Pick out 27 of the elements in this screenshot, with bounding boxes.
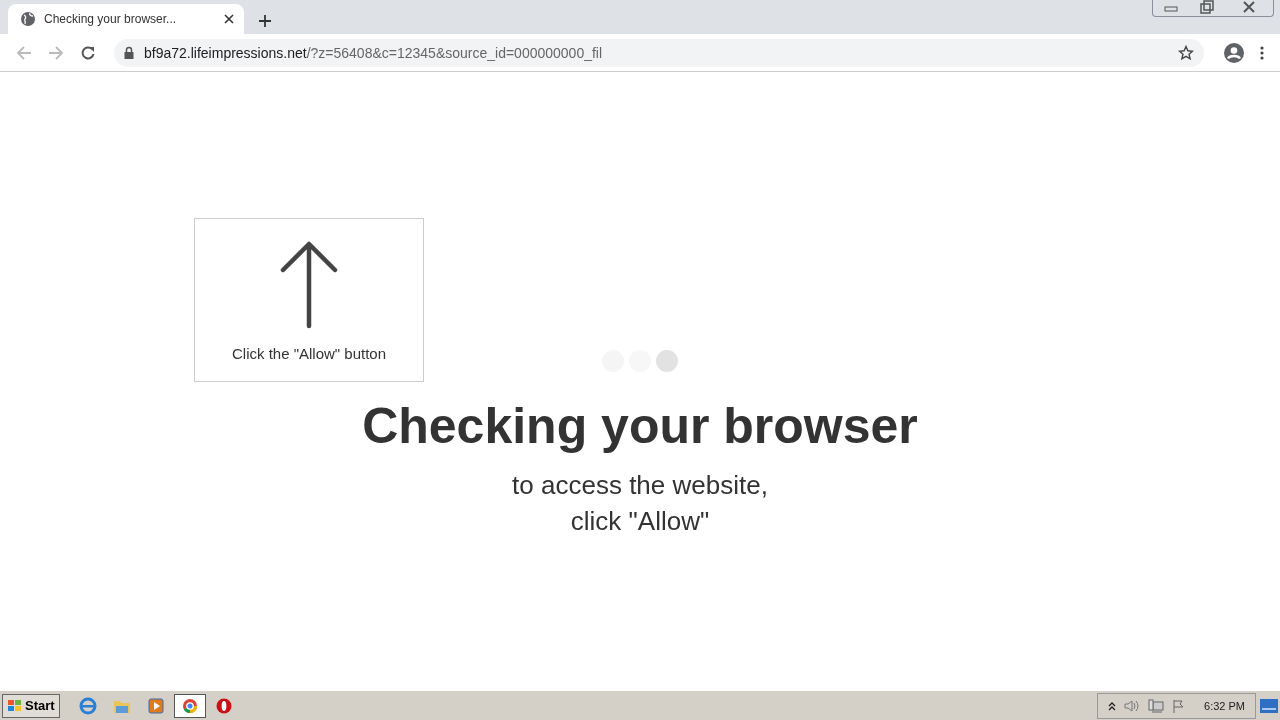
menu-icon[interactable] <box>1260 44 1264 61</box>
hint-text: Click the "Allow" button <box>231 345 387 362</box>
profile-icon[interactable] <box>1224 42 1244 63</box>
windows-logo-icon <box>7 698 23 713</box>
network-icon[interactable] <box>1148 698 1165 713</box>
instruction-text: click "Allow" <box>569 505 711 538</box>
plus-icon[interactable] <box>258 14 272 28</box>
chrome-icon <box>181 697 198 714</box>
clock-text: 6:32 PM <box>1204 699 1245 712</box>
globe-e-icon <box>78 696 97 715</box>
lock-icon <box>124 46 134 59</box>
opera-icon <box>215 697 232 714</box>
taskbar-app-button[interactable] <box>173 693 206 718</box>
start-button[interactable]: Start <box>2 693 60 718</box>
address-bar[interactable]: bf9a72.lifeimpressions.net/?z=56408&c=12345&source_id=000000000_fil <box>114 38 1204 67</box>
browser-tab[interactable]: Checking your browser... <box>8 4 244 34</box>
page-heading: Checking your browser <box>362 397 918 455</box>
chevron-up-icon[interactable] <box>1108 700 1117 711</box>
play-icon <box>147 697 164 714</box>
show-desktop-icon[interactable] <box>1260 698 1278 713</box>
instruction-text: to access the website, <box>512 469 768 502</box>
reload-icon[interactable] <box>80 44 96 61</box>
url-text: bf9a72.lifeimpressions.net/?z=56408&c=12345&source_id=000000000_fil <box>144 44 603 61</box>
close-icon[interactable] <box>224 14 234 24</box>
up-arrow-icon <box>280 241 338 329</box>
star-icon[interactable] <box>1178 44 1194 61</box>
globe-icon <box>20 11 36 27</box>
